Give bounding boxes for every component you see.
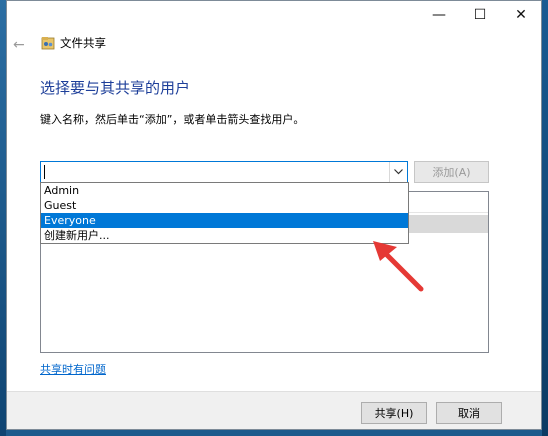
back-arrow-icon[interactable]: ← xyxy=(13,37,25,53)
annotation-arrow-icon xyxy=(373,241,424,292)
close-button[interactable]: ✕ xyxy=(501,1,541,29)
dropdown-item-guest[interactable]: Guest xyxy=(41,198,408,213)
dropdown-item-everyone[interactable]: Everyone xyxy=(41,213,408,228)
close-icon: ✕ xyxy=(515,7,527,23)
dialog-content: ← 文件共享 选择要与其共享的用户 键入名称，然后单击“添加”，或者单击箭头查找… xyxy=(7,29,541,429)
share-button[interactable]: 共享(H) xyxy=(361,402,427,424)
dropdown-arrow-button[interactable] xyxy=(389,162,407,182)
app-title: 文件共享 xyxy=(60,36,106,50)
dropdown-item-admin[interactable]: Admin xyxy=(41,183,408,198)
desktop-background-right xyxy=(542,0,548,436)
instruction-text: 键入名称，然后单击“添加”，或者单击箭头查找用户。 xyxy=(40,113,305,126)
minimize-icon: — xyxy=(432,7,446,23)
text-cursor xyxy=(44,165,45,179)
add-button[interactable]: 添加(A) xyxy=(414,161,489,183)
maximize-button[interactable]: ☐ xyxy=(460,1,500,29)
cancel-button[interactable]: 取消 xyxy=(436,402,502,424)
user-dropdown-list: Admin Guest Everyone 创建新用户... xyxy=(40,182,409,244)
file-sharing-window: — ☐ ✕ ← 文件共享 选择要与其共享的用户 键入名称，然后单击“添加”，或者… xyxy=(6,0,542,430)
sharing-help-link[interactable]: 共享时有问题 xyxy=(40,361,106,377)
title-bar: — ☐ ✕ xyxy=(7,1,541,29)
maximize-icon: ☐ xyxy=(473,7,487,23)
file-sharing-icon xyxy=(41,37,55,50)
page-heading: 选择要与其共享的用户 xyxy=(40,79,191,97)
user-name-combobox[interactable] xyxy=(40,161,408,183)
chevron-down-icon xyxy=(394,169,403,175)
dialog-footer: 共享(H) 取消 xyxy=(7,391,541,429)
minimize-button[interactable]: — xyxy=(419,1,459,29)
dropdown-item-create-new-user[interactable]: 创建新用户... xyxy=(41,228,408,243)
